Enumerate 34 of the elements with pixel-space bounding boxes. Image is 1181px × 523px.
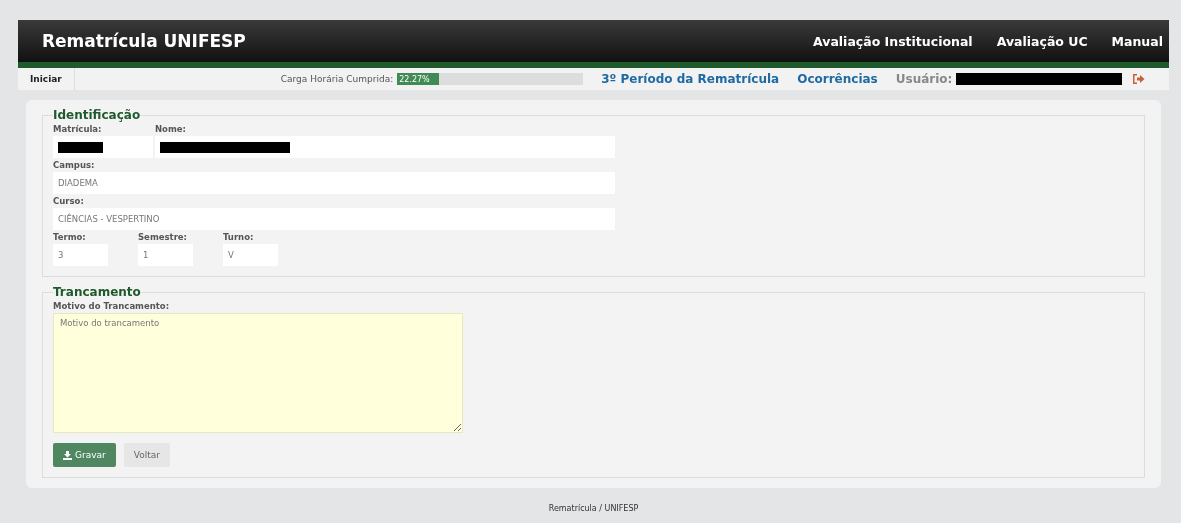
back-button[interactable]: Voltar	[123, 443, 170, 467]
input-field[interactable]: 1	[138, 244, 193, 266]
field-label: Turno:	[223, 232, 255, 244]
progress-fill: 22.27%	[397, 73, 439, 85]
download-icon	[63, 450, 72, 460]
nav-link[interactable]: Avaliação UC	[996, 33, 1088, 49]
section-title: Trancamento	[53, 285, 141, 299]
nav-link[interactable]: 3º Período da Rematrícula	[601, 72, 780, 86]
field-label: Motivo do Trancamento:	[53, 301, 171, 313]
field-label: Curso:	[53, 196, 85, 208]
field-label: Campus:	[53, 160, 96, 172]
input-field[interactable]	[155, 136, 615, 158]
app-title: Rematrícula UNIFESP	[42, 31, 247, 51]
input-field[interactable]	[53, 136, 153, 158]
input-field[interactable]: V	[223, 244, 278, 266]
nav-link[interactable]: Avaliação Institucional	[813, 33, 973, 49]
field-label: Termo:	[53, 232, 87, 244]
save-button[interactable]: Gravar	[53, 443, 116, 467]
redaction-bar	[58, 141, 103, 153]
section-title: Identificação	[53, 108, 141, 122]
reason-textarea[interactable]: Motivo do trancamento	[53, 313, 463, 433]
input-field[interactable]: DIADEMA	[53, 172, 615, 194]
field-label: Semestre:	[138, 232, 188, 244]
field-label: Matrícula:	[53, 124, 103, 136]
progress-label: Carga Horária Cumprida:	[280, 74, 394, 84]
footer-text: Rematrícula / UNIFESP	[547, 504, 640, 513]
input-field[interactable]: CIÊNCIAS - VESPERTINO	[53, 208, 615, 230]
home-link[interactable]: Iniciar	[18, 68, 75, 90]
logout-icon[interactable]	[1132, 73, 1146, 85]
user-label: Usuário:	[895, 72, 953, 86]
nav-link[interactable]: Manual	[1111, 33, 1163, 49]
field-label: Nome:	[155, 124, 187, 136]
nav-link[interactable]: Ocorrências	[797, 72, 878, 86]
input-field[interactable]: 3	[53, 244, 108, 266]
